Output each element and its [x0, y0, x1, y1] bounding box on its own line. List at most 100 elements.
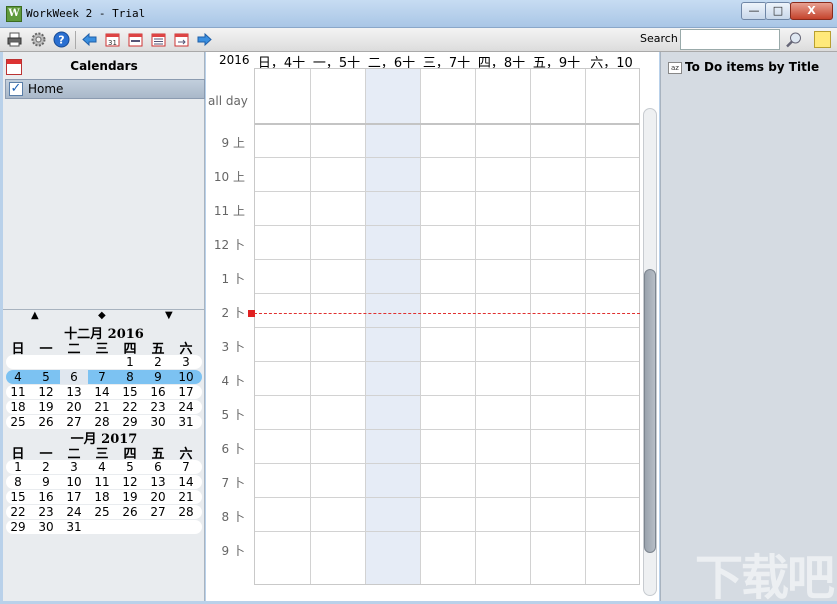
mini-day-cell[interactable]: 24: [60, 505, 88, 519]
next-month-icon[interactable]: ▼: [165, 310, 173, 321]
prev-month-icon[interactable]: ▲: [31, 310, 39, 321]
day-view-icon[interactable]: 31: [104, 31, 121, 48]
mini-week-row[interactable]: 15 16 17 18 19 20 21: [6, 490, 202, 504]
note-icon[interactable]: [814, 31, 831, 48]
mini-day-cell[interactable]: 14: [172, 475, 200, 489]
mini-day-cell[interactable]: 5: [116, 460, 144, 474]
mini-day-cell[interactable]: 22: [116, 400, 144, 414]
mini-day-cell[interactable]: 13: [144, 475, 172, 489]
mini-day-cell[interactable]: 31: [172, 415, 200, 429]
settings-icon[interactable]: [30, 31, 47, 48]
mini-day-cell[interactable]: 29: [4, 520, 32, 534]
mini-day-cell[interactable]: 30: [144, 415, 172, 429]
mini-day-cell[interactable]: 10: [60, 475, 88, 489]
mini-day-cell[interactable]: 9: [144, 370, 172, 384]
mini-day-cell[interactable]: 29: [116, 415, 144, 429]
minimize-button[interactable]: —: [741, 2, 767, 20]
mini-day-cell[interactable]: 5: [32, 370, 60, 384]
print-icon[interactable]: [6, 31, 23, 48]
mini-day-cell[interactable]: 27: [144, 505, 172, 519]
calendars-title: Calendars: [70, 59, 138, 73]
mini-day-cell[interactable]: 28: [88, 415, 116, 429]
mini-day-cell[interactable]: 20: [60, 400, 88, 414]
mini-day-cell[interactable]: 18: [88, 490, 116, 504]
mini-day-cell[interactable]: 7: [88, 370, 116, 384]
mini-day-cell[interactable]: 18: [4, 400, 32, 414]
week-grid[interactable]: [254, 68, 640, 585]
checkbox-checked-icon[interactable]: ✓: [9, 82, 23, 96]
mini-day-cell[interactable]: 2: [144, 355, 172, 369]
calendar-item-home[interactable]: ✓ Home: [5, 79, 205, 99]
mini-day-cell[interactable]: 25: [4, 415, 32, 429]
mini-day-cell[interactable]: 24: [172, 400, 200, 414]
mini-week-row[interactable]: 123: [6, 355, 202, 369]
mini-week-row[interactable]: 1234567: [6, 460, 202, 474]
forward-arrow-icon[interactable]: [196, 31, 213, 48]
mini-day-cell[interactable]: 6: [60, 370, 88, 384]
mini-week-row[interactable]: 18 19 20 21 22 23 24: [6, 400, 202, 414]
mini-day-cell[interactable]: 28: [172, 505, 200, 519]
scrollbar-thumb[interactable]: [644, 269, 656, 553]
back-arrow-icon[interactable]: [81, 31, 98, 48]
search-input[interactable]: [680, 29, 780, 50]
mini-day-cell[interactable]: 26: [116, 505, 144, 519]
mini-week-row[interactable]: 8 9 10 11 12 13 14: [6, 475, 202, 489]
mini-week-row[interactable]: 11 12 13 14 15 16 17: [6, 385, 202, 399]
mini-day-cell[interactable]: 11: [4, 385, 32, 399]
mini-day-cell[interactable]: 25: [88, 505, 116, 519]
mini-day-cell[interactable]: 4: [4, 370, 32, 384]
mini-day-cell[interactable]: 23: [32, 505, 60, 519]
mini-day-cell[interactable]: 12: [32, 385, 60, 399]
mini-day-cell[interactable]: 10: [172, 370, 200, 384]
todo-title[interactable]: To Do items by Title: [685, 60, 819, 74]
mini-day-cell[interactable]: 21: [88, 400, 116, 414]
week-view-icon[interactable]: [127, 31, 144, 48]
vertical-scrollbar[interactable]: [643, 108, 657, 596]
mini-day-cell[interactable]: 15: [4, 490, 32, 504]
mini-day-cell[interactable]: 27: [60, 415, 88, 429]
mini-week-row[interactable]: 4 5 6 7 8 9 10: [6, 370, 202, 384]
mini-day-cell[interactable]: 23: [144, 400, 172, 414]
todo-panel: az To Do items by Title: [660, 52, 837, 601]
mini-day-cell[interactable]: 8: [116, 370, 144, 384]
mini-week-row[interactable]: 25 26 27 28 29 30 31: [6, 415, 202, 429]
mini-day-cell[interactable]: 31: [60, 520, 88, 534]
month-view-icon[interactable]: [150, 31, 167, 48]
search-icon[interactable]: [784, 30, 804, 50]
mini-day-cell[interactable]: 20: [144, 490, 172, 504]
mini-day-cell[interactable]: 19: [32, 400, 60, 414]
mini-day-cell[interactable]: 4: [88, 460, 116, 474]
mini-week-row[interactable]: 22 23 24 25 26 27 28: [6, 505, 202, 519]
mini-day-cell[interactable]: 22: [4, 505, 32, 519]
hour-label: 5 卜: [221, 408, 245, 422]
mini-day-cell[interactable]: 3: [60, 460, 88, 474]
mini-day-cell[interactable]: 16: [144, 385, 172, 399]
mini-day-cell[interactable]: 2: [32, 460, 60, 474]
mini-day-cell[interactable]: 30: [32, 520, 60, 534]
mini-day-cell[interactable]: 16: [32, 490, 60, 504]
help-icon[interactable]: ?: [53, 31, 70, 48]
mini-week-row[interactable]: 29 30 31: [6, 520, 202, 534]
mini-day-cell[interactable]: 8: [4, 475, 32, 489]
mini-day-cell[interactable]: 1: [116, 355, 144, 369]
mini-day-cell[interactable]: 6: [144, 460, 172, 474]
mini-day-cell[interactable]: 1: [4, 460, 32, 474]
mini-day-cell[interactable]: 3: [172, 355, 200, 369]
maximize-button[interactable]: □: [765, 2, 791, 20]
mini-day-cell[interactable]: 21: [172, 490, 200, 504]
close-button[interactable]: X: [790, 2, 833, 20]
mini-day-cell[interactable]: 26: [32, 415, 60, 429]
mini-day-cell[interactable]: 11: [88, 475, 116, 489]
today-icon[interactable]: ◆: [98, 310, 106, 321]
mini-day-cell[interactable]: 12: [116, 475, 144, 489]
mini-day-cell[interactable]: 15: [116, 385, 144, 399]
mini-day-cell[interactable]: 7: [172, 460, 200, 474]
mini-day-cell[interactable]: 13: [60, 385, 88, 399]
list-view-icon[interactable]: [173, 31, 190, 48]
sort-az-icon[interactable]: az: [668, 62, 682, 74]
mini-day-cell[interactable]: 14: [88, 385, 116, 399]
mini-day-cell[interactable]: 17: [172, 385, 200, 399]
mini-day-cell[interactable]: 17: [60, 490, 88, 504]
mini-day-cell[interactable]: 9: [32, 475, 60, 489]
mini-day-cell[interactable]: 19: [116, 490, 144, 504]
